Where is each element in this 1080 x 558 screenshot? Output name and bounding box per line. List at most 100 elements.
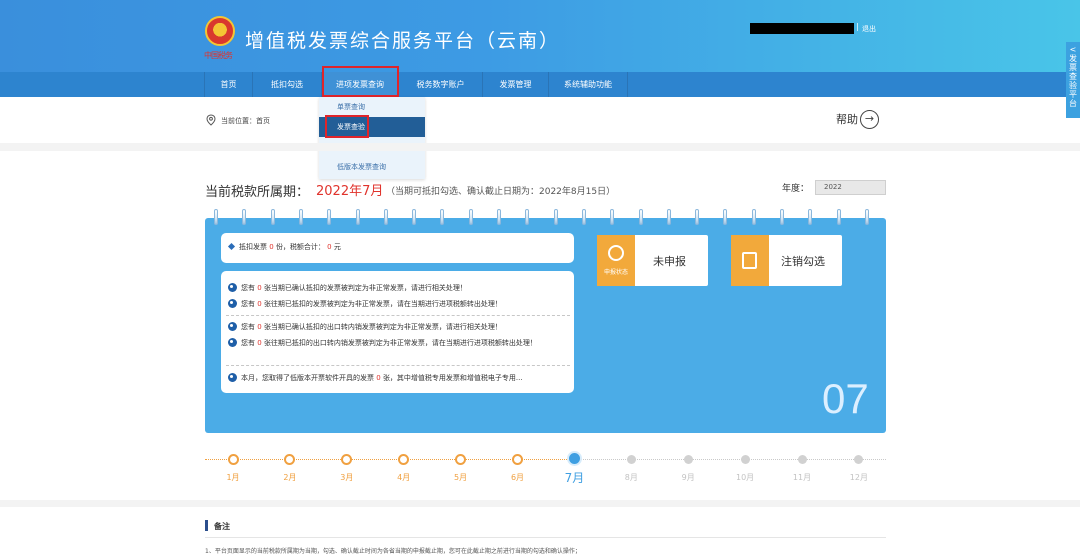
timeline-dot[interactable] [797,455,807,464]
timeline-dot[interactable] [341,454,353,465]
binder-ring [695,209,700,225]
binder-ring [412,209,417,225]
cancel-selection-icon[interactable] [731,235,769,286]
menu-item-invoice-verification[interactable]: 发票查验 [319,117,425,137]
binder-ring [864,209,869,225]
person-badge-icon [608,245,624,261]
timeline-month-label[interactable]: 9月 [673,472,703,483]
menu-item-single-query[interactable]: 单票查询 [319,97,425,117]
side-tab-char: 发 [1069,54,1077,63]
nav-input-invoice-query[interactable]: 进项发票查询 [322,72,399,97]
section-divider [0,500,1080,507]
side-tab-char: 查 [1069,72,1077,81]
message-pre: 您有 [241,300,255,308]
message-divider [226,365,570,366]
timeline-month-label[interactable]: 6月 [503,472,533,483]
logout-link[interactable]: 退出 [862,24,876,34]
message-post: 张当期已确认抵扣的出口转内销发票被判定为非正常发票，请进行相关处理！ [263,323,502,331]
message-post: 张当期已确认抵扣的发票被判定为非正常发票，请进行相关处理！ [263,284,467,292]
summary-suffix: 元 [333,243,341,251]
emblem-caption: 中国税务 [204,51,233,60]
timeline-month-label[interactable]: 4月 [389,472,419,483]
summary-amount: 0 [327,243,332,251]
timeline-dot[interactable] [284,454,296,465]
timeline-month-label[interactable]: 12月 [844,472,874,483]
period-label: 当前税款所属期： [205,185,310,200]
site-title: 增值税发票综合服务平台（云南） [245,30,561,52]
timeline-month-label[interactable]: 1月 [218,472,248,483]
tax-emblem-icon [205,16,235,46]
breadcrumb: 当前位置：首页 [221,117,270,125]
timeline-dot[interactable] [683,455,693,464]
menu-item-legacy-invoice-query[interactable]: 低版本发票查询 [319,157,425,177]
message-pre: 本月，您取得了低版本开票软件开具的发票 [241,374,374,382]
help-link[interactable]: 帮助 [836,111,858,127]
timeline-dot[interactable] [566,451,582,466]
nav-home[interactable]: 首页 [204,72,253,97]
timeline-dot[interactable] [854,455,864,464]
message-count: 0 [376,374,381,382]
info-bullet-icon [228,338,237,347]
nav-system-tools[interactable]: 系统辅助功能 [549,72,628,97]
declaration-status-caption: 申报状态 [603,269,628,276]
timeline-dot[interactable] [398,454,410,465]
binder-ring [751,209,756,225]
timeline-month-label[interactable]: 8月 [616,472,646,483]
binder-ring [497,209,501,225]
user-name-redacted [750,23,854,34]
binder-ring [242,209,247,225]
timeline-dot[interactable] [455,454,467,465]
notes-line: 1、平台页面显示的当前税款所属期为当期，勾选、确认截止时间为各省当期的申报截止期… [205,548,581,555]
message-item[interactable]: 您有 0 张往期已抵扣的发票被判定为非正常发票，请在当期进行进项税额转出处理！ [228,299,568,309]
info-bullet-icon [228,322,237,331]
timeline-month-label[interactable]: 3月 [332,472,362,483]
message-item[interactable]: 本月，您取得了低版本开票软件开具的发票 0 张，其中增值税专用发票和增值税电子专… [228,373,568,383]
message-count: 0 [257,323,262,331]
side-tab-char: 验 [1069,81,1077,90]
location-pin-icon [206,114,216,126]
message-divider [226,315,570,316]
arrow-right-circle-icon[interactable]: → [860,110,879,129]
binder-ring [525,209,530,225]
message-item[interactable]: 您有 0 张当期已确认抵扣的出口转内销发票被判定为非正常发票，请进行相关处理！ [228,322,568,332]
binder-ring [327,209,332,225]
notes-accent-bar [205,520,208,531]
summary-mid: 份，税额合计： [275,243,325,251]
invoice-verification-side-tab[interactable]: < 发票查验平台 [1066,42,1080,118]
binder-ring [270,209,275,225]
timeline-month-label[interactable]: 5月 [446,472,476,483]
timeline-month-label[interactable]: 2月 [275,472,305,483]
cancel-selection-label[interactable]: 注销勾选 [781,253,825,269]
message-item[interactable]: 您有 0 张当期已确认抵扣的发票被判定为非正常发票，请进行相关处理！ [228,283,568,293]
info-bullet-icon [228,299,237,308]
binder-ring [383,209,388,225]
nav-tax-digital-account[interactable]: 税务数字账户 [399,72,483,97]
current-month-number: 07 [822,375,869,422]
side-tab-char: 台 [1069,99,1077,108]
binder-ring [440,209,445,225]
section-divider [0,143,1080,151]
timeline-dot[interactable] [227,454,239,465]
binder-ring [638,209,643,225]
timeline-dot[interactable] [740,455,750,464]
timeline-month-label[interactable]: 11月 [787,472,817,483]
notes-divider [205,537,886,538]
binder-ring [610,209,615,225]
period-deadline-note: （当期可抵扣勾选、确认截止日期为：2022年8月15日） [386,187,616,197]
timeline-dot[interactable] [626,455,636,464]
binder-ring [808,209,813,225]
nav-deduction-selection[interactable]: 抵扣勾选 [253,72,322,97]
timeline-month-label[interactable]: 7月 [559,469,589,486]
timeline-month-label[interactable]: 10月 [730,472,760,483]
timeline-dot[interactable] [512,454,523,465]
notes-title: 备注 [214,522,230,531]
declaration-status-icon: 申报状态 [597,235,635,286]
binder-ring [723,209,728,225]
header-separator: | [856,22,859,31]
message-item[interactable]: 您有 0 张往期已抵扣的出口转内销发票被判定为非正常发票，请在当期进行进项税额转… [228,338,568,348]
year-select[interactable]: 2022 [815,180,886,195]
binder-ring [214,209,218,225]
nav-invoice-management[interactable]: 发票管理 [483,72,549,97]
deduction-summary: 抵扣发票 0 份，税额合计： 0 元 [239,242,341,252]
side-tab-char: 平 [1069,90,1077,99]
